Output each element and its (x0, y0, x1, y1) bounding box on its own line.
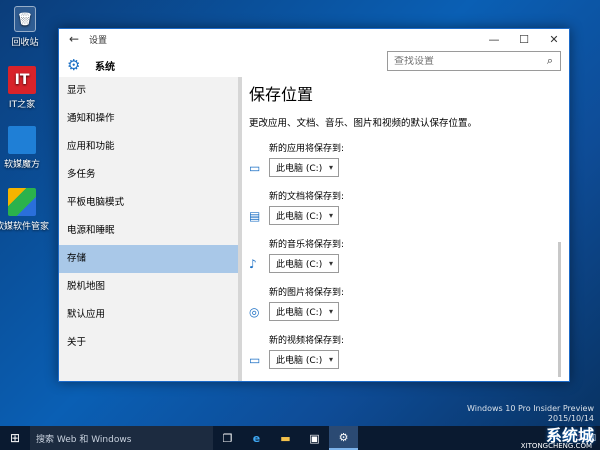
chevron-down-icon: ▾ (328, 259, 333, 268)
ithome-icon: IT (8, 66, 36, 94)
sidebar-item-tablet-mode[interactable]: 平板电脑模式 (59, 189, 242, 217)
desktop-icon-recycle-bin[interactable]: 🗑 回收站 (0, 6, 53, 48)
camera-icon: ◎ (249, 304, 260, 319)
monitor-icon: ▭ (249, 160, 261, 175)
save-location-label: 新的应用将保存到: (269, 144, 345, 154)
save-location-videos: 新的视频将保存到: ▭ 此电脑 (C:) ▾ (249, 333, 563, 369)
select-value: 此电脑 (C:) (276, 308, 323, 318)
section-heading: 保存位置 (249, 85, 314, 104)
select-value: 此电脑 (C:) (276, 212, 323, 222)
sidebar-item-about[interactable]: 关于 (59, 329, 242, 357)
documents-location-select[interactable]: 此电脑 (C:) ▾ (269, 206, 339, 225)
desktop-icon-label: 软媒魔方 (3, 160, 40, 170)
close-button[interactable]: ✕ (539, 33, 569, 46)
content-scrollbar[interactable] (558, 242, 561, 377)
sidebar-item-multitasking[interactable]: 多任务 (59, 161, 242, 189)
gear-icon: ⚙ (338, 430, 349, 444)
file-explorer-button[interactable]: ▬ (271, 426, 300, 450)
search-icon[interactable]: ⌕ (540, 54, 560, 68)
save-location-apps: 新的应用将保存到: ▭ 此电脑 (C:) ▾ (249, 141, 563, 177)
save-location-label: 新的视频将保存到: (269, 336, 345, 346)
chevron-down-icon: ▾ (328, 163, 333, 172)
videos-location-select[interactable]: 此电脑 (C:) ▾ (269, 350, 339, 369)
minimize-button[interactable]: — (479, 33, 509, 46)
sidebar-item-offline-maps[interactable]: 脱机地图 (59, 273, 242, 301)
store-icon: ▣ (309, 431, 320, 445)
task-view-icon: ❐ (222, 431, 233, 445)
save-location-label: 新的图片将保存到: (269, 288, 345, 298)
save-location-music: 新的音乐将保存到: ♪ 此电脑 (C:) ▾ (249, 237, 563, 273)
cube-icon (8, 126, 36, 154)
desktop-icon-label: IT之家 (8, 100, 36, 110)
taskbar-search-text: 搜索 Web 和 Windows (36, 434, 132, 445)
folder-icon: ▬ (280, 431, 291, 445)
taskbar-search-box[interactable]: 搜索 Web 和 Windows (30, 426, 213, 450)
content-pane: 保存位置 更改应用、文档、音乐、图片和视频的默认保存位置。 新的应用将保存到: … (249, 77, 563, 381)
software-manager-icon (8, 188, 36, 216)
chevron-down-icon: ▾ (328, 355, 333, 364)
back-button[interactable]: ← (59, 32, 89, 46)
desktop-icon-ruanmei-mofang[interactable]: 软媒魔方 (0, 126, 50, 170)
edge-icon: e (252, 431, 261, 445)
taskbar: ⊞ 搜索 Web 和 Windows ❐ e ▬ ▣ ⚙ ˄ ⚠ ▥ (0, 426, 600, 450)
music-icon: ♪ (249, 256, 257, 271)
search-box[interactable]: ⌕ (387, 51, 561, 71)
gear-icon: ⚙ (67, 56, 81, 74)
build-name: Windows 10 Pro Insider Preview (466, 404, 594, 413)
chevron-down-icon: ▾ (328, 307, 333, 316)
desktop-icon-label: 软媒软件管家 (0, 222, 49, 232)
recycle-bin-icon: 🗑 (14, 6, 36, 32)
page-title: 系统 (95, 61, 115, 73)
select-value: 此电脑 (C:) (276, 164, 323, 174)
apps-location-select[interactable]: 此电脑 (C:) ▾ (269, 158, 339, 177)
video-icon: ▭ (249, 352, 261, 367)
chevron-down-icon: ▾ (328, 211, 333, 220)
windows-logo-icon: ⊞ (9, 431, 21, 445)
desktop-icon-software-manager[interactable]: 软媒软件管家 (0, 188, 50, 232)
folder-icon: ▤ (249, 208, 261, 223)
settings-window: ← 设置 — ☐ ✕ ⚙ 系统 ⌕ 显示 通知和操作 应用和功能 多任务 平板电… (58, 28, 570, 382)
title-bar: ← 设置 — ☐ ✕ (59, 29, 569, 49)
build-watermark: Windows 10 Pro Insider Preview 2015/10/1… (467, 404, 594, 424)
save-location-pictures: 新的图片将保存到: ◎ 此电脑 (C:) ▾ (249, 285, 563, 321)
save-location-label: 新的音乐将保存到: (269, 240, 345, 250)
sidebar: 显示 通知和操作 应用和功能 多任务 平板电脑模式 电源和睡眠 存储 脱机地图 … (59, 77, 242, 381)
search-input[interactable] (394, 55, 540, 67)
sidebar-item-default-apps[interactable]: 默认应用 (59, 301, 242, 329)
site-logo-url: XITONGCHENG.COM (520, 442, 592, 450)
sidebar-item-display[interactable]: 显示 (59, 77, 242, 105)
section-description: 更改应用、文档、音乐、图片和视频的默认保存位置。 (249, 118, 478, 129)
desktop-icon-label: 回收站 (11, 38, 39, 48)
music-location-select[interactable]: 此电脑 (C:) ▾ (269, 254, 339, 273)
start-button[interactable]: ⊞ (0, 426, 30, 450)
edge-button[interactable]: e (242, 426, 271, 450)
save-location-documents: 新的文档将保存到: ▤ 此电脑 (C:) ▾ (249, 189, 563, 225)
sidebar-item-notifications[interactable]: 通知和操作 (59, 105, 242, 133)
store-button[interactable]: ▣ (300, 426, 329, 450)
desktop-icon-ithome[interactable]: IT IT之家 (0, 66, 50, 110)
pictures-location-select[interactable]: 此电脑 (C:) ▾ (269, 302, 339, 321)
sidebar-item-storage[interactable]: 存储 (59, 245, 242, 273)
window-title: 设置 (89, 35, 108, 46)
sidebar-item-power-sleep[interactable]: 电源和睡眠 (59, 217, 242, 245)
save-location-label: 新的文档将保存到: (269, 192, 345, 202)
sidebar-item-apps[interactable]: 应用和功能 (59, 133, 242, 161)
select-value: 此电脑 (C:) (276, 356, 323, 366)
maximize-button[interactable]: ☐ (509, 33, 539, 46)
select-value: 此电脑 (C:) (276, 260, 323, 270)
sidebar-scrollbar[interactable] (238, 77, 242, 381)
task-view-button[interactable]: ❐ (213, 426, 242, 450)
settings-taskbar-button[interactable]: ⚙ (329, 426, 358, 450)
